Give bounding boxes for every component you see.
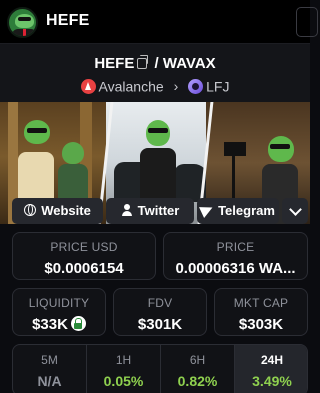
token-avatar[interactable]: [7, 7, 38, 38]
fdv-value: $301K: [137, 316, 183, 333]
top-header: HEFE: [0, 0, 318, 44]
timeframe-label: 5M: [41, 353, 58, 367]
timeframe-24h[interactable]: 24H 3.49%: [235, 345, 307, 393]
timeframe-label: 1H: [115, 353, 132, 367]
timeframe-change: 3.49%: [252, 373, 292, 389]
liquidity-label: LIQUIDITY: [28, 296, 90, 310]
price-usd-label: PRICE USD: [50, 240, 118, 254]
timeframe-change: 0.82%: [177, 373, 218, 389]
mktcap-card: MKT CAP $303K: [214, 288, 308, 336]
timeframe-change: 0.05%: [103, 373, 144, 389]
website-button[interactable]: Website: [12, 198, 103, 224]
fdv-card: FDV $301K: [113, 288, 207, 336]
pair-title: HEFE / WAVAX: [0, 55, 310, 72]
telegram-icon: [199, 202, 216, 218]
chevron-down-icon[interactable]: [282, 198, 308, 224]
quote-token: WAVAX: [162, 55, 216, 72]
timeframe-change: N/A: [37, 373, 62, 389]
timeframe-label: 24H: [260, 353, 283, 367]
timeframe-stats: 5M N/A 1H 0.05% 6H 0.82% 24H 3.49%: [12, 344, 308, 393]
liquidity-value: $33K: [32, 316, 68, 333]
user-icon: [121, 204, 133, 216]
chain-dex-line: Avalanche › LFJ: [0, 77, 310, 94]
base-token: HEFE: [94, 55, 135, 72]
mktcap-value: $303K: [238, 316, 284, 333]
price-card: PRICE 0.00006316 WA...: [163, 232, 308, 280]
telegram-button[interactable]: Telegram: [197, 198, 279, 224]
timeframe-1h[interactable]: 1H 0.05%: [87, 345, 161, 393]
token-name: HEFE: [46, 12, 90, 29]
pair-info: HEFE / WAVAX Avalanche › LFJ: [0, 44, 310, 102]
pair-slash: /: [154, 55, 159, 72]
chain-name[interactable]: Avalanche: [99, 78, 164, 94]
social-links: Website Twitter Telegram: [12, 198, 308, 224]
mktcap-label: MKT CAP: [233, 296, 289, 310]
liquidity-card: LIQUIDITY $33K: [12, 288, 106, 336]
chevron-right-icon: ›: [173, 78, 179, 95]
timeframe-5m[interactable]: 5M N/A: [13, 345, 87, 393]
price-usd-value: $0.0006154: [44, 260, 124, 277]
fdv-label: FDV: [147, 296, 173, 310]
twitter-button[interactable]: Twitter: [106, 198, 194, 224]
price-usd-card: PRICE USD $0.0006154: [12, 232, 156, 280]
price-value: 0.00006316 WA...: [175, 260, 296, 277]
timeframe-6h[interactable]: 6H 0.82%: [161, 345, 235, 393]
lock-icon[interactable]: [70, 316, 86, 331]
copy-icon[interactable]: [137, 55, 149, 69]
avalanche-icon: [80, 78, 96, 94]
dex-name[interactable]: LFJ: [206, 78, 229, 94]
price-label: PRICE: [216, 240, 255, 254]
globe-icon: [24, 204, 37, 216]
lfj-icon: [188, 78, 204, 94]
header-menu-button[interactable]: [296, 7, 318, 37]
timeframe-label: 6H: [189, 353, 206, 367]
